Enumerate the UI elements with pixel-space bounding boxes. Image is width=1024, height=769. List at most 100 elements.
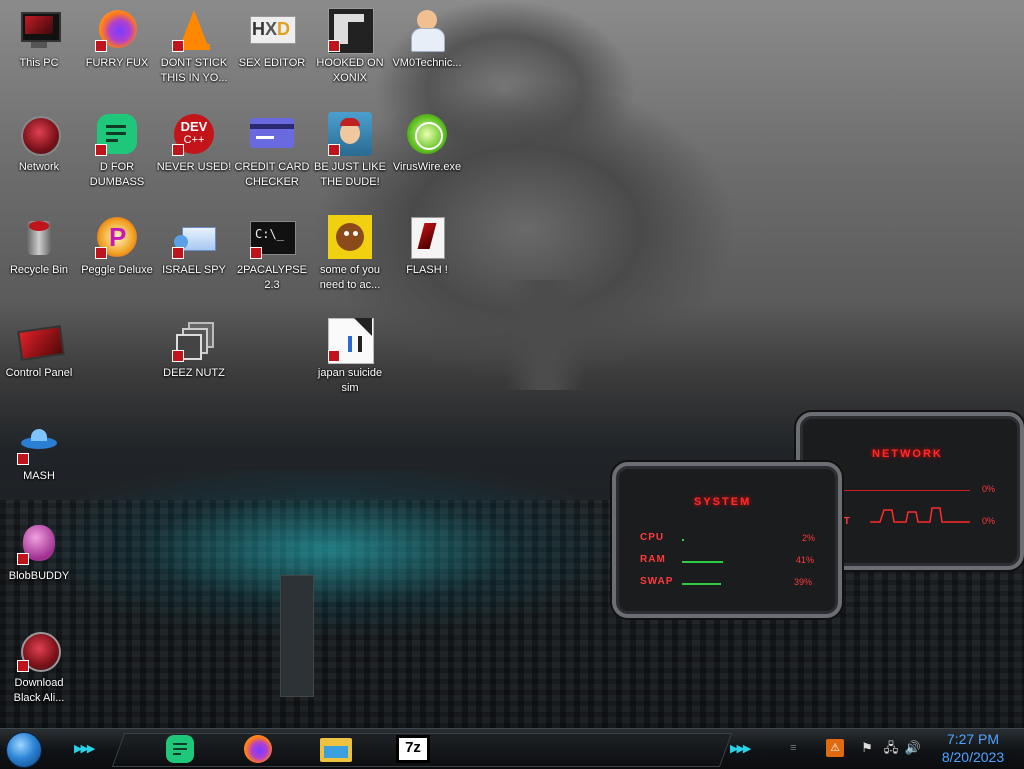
shortcut-badge-icon	[328, 350, 340, 362]
desktop-icon-label: Peggle Deluxe	[81, 264, 153, 276]
desktop-icon-peggle-deluxe[interactable]: P Peggle Deluxe	[79, 213, 155, 278]
dog-icon	[326, 213, 374, 261]
taskbar-firefox-button[interactable]	[238, 732, 278, 766]
notes-app-icon	[93, 110, 141, 158]
system-gadget[interactable]: SYSTEM CPU 2% RAM 41% SWAP 39%	[612, 462, 842, 618]
shortcut-badge-icon	[17, 553, 29, 565]
system-gadget-title: SYSTEM	[694, 496, 752, 508]
desktop-icon-viruswire[interactable]: VirusWire.exe	[389, 110, 465, 175]
desktop-icon-japan-suicide-sim[interactable]: japan suicide sim	[312, 316, 388, 396]
desktop-icon-furry-fux[interactable]: FURRY FUX	[79, 6, 155, 71]
ufo-icon	[15, 419, 63, 467]
desktop-icon-label: HOOKED ON XONIX	[316, 57, 384, 84]
credit-card-icon	[248, 110, 296, 158]
taskbar-clock[interactable]: 7:27 PM 8/20/2023	[928, 730, 1018, 766]
desktop-icon-label: VirusWire.exe	[392, 161, 462, 173]
dev-cpp-icon: DEV C++	[170, 110, 218, 158]
ram-label: RAM	[640, 554, 666, 565]
desktop-icon-hooked-on-xonix[interactable]: HOOKED ON XONIX	[312, 6, 388, 86]
desktop-icon-sex-editor[interactable]: HXD SEX EDITOR	[234, 6, 310, 71]
xonix-game-icon	[326, 6, 374, 54]
stacked-windows-icon	[170, 316, 218, 364]
swap-label: SWAP	[640, 576, 674, 587]
technician-avatar-icon	[403, 6, 451, 54]
peggle-icon: P	[93, 213, 141, 261]
desktop-icon-be-just-like-the-dude[interactable]: BE JUST LIKE THE DUDE!	[312, 110, 388, 190]
clock-date: 8/20/2023	[941, 749, 1005, 765]
7zip-icon-text: 7z	[405, 739, 421, 756]
network-globe-icon	[15, 626, 63, 674]
firefox-icon	[244, 735, 272, 763]
desktop-icon-label: NEVER USED!	[156, 161, 232, 173]
taskbar-grip-decoration: ≡	[790, 742, 797, 754]
desktop-icon-label: FURRY FUX	[85, 57, 149, 69]
flash-file-icon	[403, 213, 451, 261]
cpu-usage-bar	[682, 539, 684, 541]
ram-value: 41%	[796, 555, 815, 565]
taskbar-file-explorer-button[interactable]	[316, 732, 356, 766]
desktop-icon-network[interactable]: Network	[1, 110, 77, 175]
desktop-icon-label: VM0Technic...	[392, 57, 462, 69]
taskbar-7zip-button[interactable]: 7z	[392, 732, 436, 766]
desktop-icon-recycle-bin[interactable]: Recycle Bin	[1, 213, 77, 278]
shortcut-badge-icon	[172, 350, 184, 362]
recycle-bin-icon	[15, 213, 63, 261]
desktop-icon-credit-card-checker[interactable]: CREDIT CARD CHECKER	[234, 110, 310, 190]
elf-game-icon	[326, 110, 374, 158]
desktop-icon-flash[interactable]: FLASH !	[389, 213, 465, 278]
shortcut-badge-icon	[250, 247, 262, 259]
desktop-icon-dont-stick[interactable]: DONT STICK THIS IN YO...	[156, 6, 232, 86]
desktop-icon-label: MASH	[23, 470, 55, 482]
desktop-icon-label: BlobBUDDY	[8, 570, 70, 582]
desktop-icon-control-panel[interactable]: Control Panel	[1, 316, 77, 381]
desktop-icon-label: japan suicide sim	[317, 367, 383, 394]
desktop-icon-mash[interactable]: MASH	[1, 419, 77, 484]
city-tower	[280, 575, 314, 697]
desktop-icon-2pacalypse[interactable]: C:\_ 2PACALYPSE 2.3	[234, 213, 310, 293]
tray-flag-icon[interactable]: ⚑	[858, 739, 876, 757]
shortcut-badge-icon	[172, 40, 184, 52]
swap-value: 39%	[794, 577, 813, 587]
limewire-icon	[403, 110, 451, 158]
vlc-cone-icon	[170, 6, 218, 54]
tray-volume-icon[interactable]: 🔊	[904, 739, 922, 757]
game-file-icon	[326, 316, 374, 364]
desktop-icon-this-pc[interactable]: This PC	[1, 6, 77, 71]
desktop-icon-label: Download Black Ali...	[13, 677, 65, 704]
desktop-icon-blobbuddy[interactable]: BlobBUDDY	[1, 519, 77, 584]
desktop-icon-label: Recycle Bin	[9, 264, 69, 276]
desktop-icon-never-used[interactable]: DEV C++ NEVER USED!	[156, 110, 232, 175]
shortcut-badge-icon	[328, 40, 340, 52]
desktop-wallpaper: This PC Network Recycle Bin Control Pane…	[0, 0, 1024, 728]
desktop-icon-label: 2PACALYPSE 2.3	[237, 264, 307, 291]
desktop-icon-d-for-dumbass[interactable]: D FOR DUMBASS	[79, 110, 155, 190]
shortcut-badge-icon	[17, 453, 29, 465]
network-globe-icon	[15, 110, 63, 158]
mushroom-cloud-stem	[505, 280, 585, 390]
shortcut-badge-icon	[95, 144, 107, 156]
monitor-window-icon	[170, 213, 218, 261]
desktop-icon-label: Network	[18, 161, 60, 173]
desktop-icon-download-black-ali[interactable]: Download Black Ali...	[1, 626, 77, 706]
ram-usage-bar	[682, 561, 723, 563]
shortcut-badge-icon	[172, 247, 184, 259]
taskbar-chevron-decoration: ▶▶▶	[74, 743, 95, 755]
taskbar-chevron-decoration: ▶▶▶	[730, 743, 751, 755]
desktop-icon-some-of-you[interactable]: some of you need to ac...	[312, 213, 388, 293]
shortcut-badge-icon	[17, 660, 29, 672]
firefox-icon	[93, 6, 141, 54]
tray-app-icon[interactable]: ⚠	[826, 739, 844, 757]
cpu-value: 2%	[802, 533, 816, 543]
desktop-icon-deez-nutz[interactable]: DEEZ NUTZ	[156, 316, 232, 381]
clock-time: 7:27 PM	[946, 731, 1000, 747]
start-button[interactable]	[6, 732, 42, 768]
blob-character-icon	[15, 519, 63, 567]
taskbar-notes-button[interactable]	[160, 732, 200, 766]
desktop-icon-label: ISRAEL SPY	[162, 264, 226, 276]
desktop-icon-label: some of you need to ac...	[319, 264, 381, 291]
desktop-icon-israel-spy[interactable]: ISRAEL SPY	[156, 213, 232, 278]
desktop-icon-label: CREDIT CARD CHECKER	[234, 161, 310, 188]
taskbar: ▶▶▶ 7z ▶▶▶ ≡ ⚠ ⚑ 🖧 🔊 7:27 PM 8/20/2023	[0, 728, 1024, 769]
desktop-icon-vm0technic[interactable]: VM0Technic...	[389, 6, 465, 71]
tray-network-icon[interactable]: 🖧	[882, 739, 900, 757]
